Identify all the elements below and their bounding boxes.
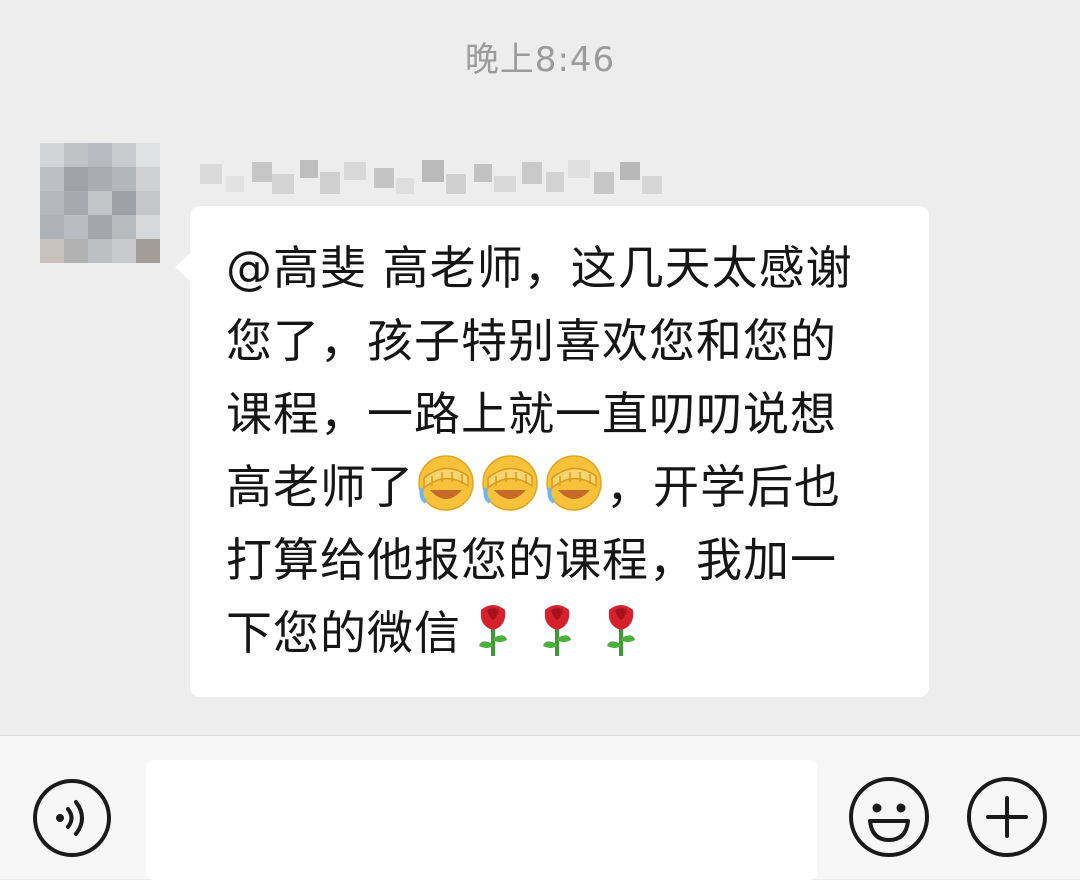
bubble-tail: [175, 252, 191, 282]
message-line-4-after: ，开学后也: [606, 460, 841, 514]
plus-icon: [967, 777, 1047, 857]
sender-name-blurred: [196, 158, 666, 202]
chat-area: 晚上8:46 @高斐 高老师，这几天太感谢 您了，孩子特别喜欢您和您的 课程，一…: [0, 0, 1080, 735]
message-timestamp: 晚上8:46: [464, 40, 616, 80]
message-line-4: 高老师了 ，开学后也: [226, 451, 895, 524]
message-line-6: 下您的微信: [226, 597, 895, 670]
facepalm-emoji: [416, 452, 476, 512]
message-line-4-text: 高老师了: [226, 460, 414, 514]
emoji-button[interactable]: [848, 776, 930, 858]
message-line-3: 课程，一路上就一直叨叨说想: [226, 387, 837, 441]
facepalm-emoji: [544, 452, 604, 512]
message-line-5: 打算给他报您的课程，我加一: [226, 533, 837, 587]
rose-emoji: [463, 598, 523, 658]
facepalm-emoji: [480, 452, 540, 512]
message-line-1: @高斐 高老师，这几天太感谢: [226, 241, 853, 295]
more-options-button[interactable]: [966, 776, 1048, 858]
message-line-2: 您了，孩子特别喜欢您和您的: [226, 314, 837, 368]
message-line-6-text: 下您的微信: [226, 606, 461, 660]
smiley-face-icon: [849, 777, 929, 857]
avatar[interactable]: [40, 143, 160, 263]
message-bubble[interactable]: @高斐 高老师，这几天太感谢 您了，孩子特别喜欢您和您的 课程，一路上就一直叨叨…: [175, 206, 929, 697]
voice-icon: [33, 779, 111, 857]
rose-emoji: [591, 598, 651, 658]
input-bar: [0, 735, 1080, 880]
message-input[interactable]: [146, 760, 817, 880]
voice-input-button[interactable]: [32, 778, 112, 858]
rose-emoji: [527, 598, 587, 658]
